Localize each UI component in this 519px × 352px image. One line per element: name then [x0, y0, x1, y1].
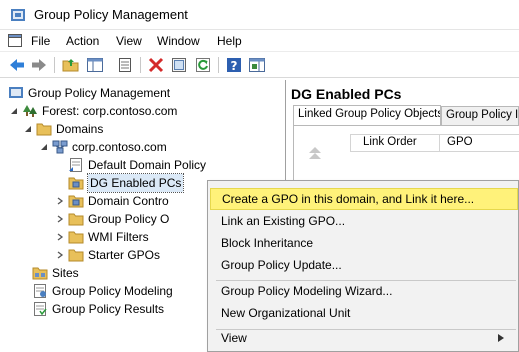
grid-header: Link Order GPO — [350, 134, 519, 152]
column-gpo[interactable]: GPO — [447, 136, 473, 148]
context-menu: Create a GPO in this domain, and Link it… — [207, 180, 519, 352]
tree-item-gp-modeling[interactable]: Group Policy Modeling — [30, 282, 200, 300]
menu-item-new-ou[interactable]: New Organizational Unit — [210, 302, 518, 324]
tree-item-domains[interactable]: Domains — [34, 120, 234, 138]
collapse-arrow-icon[interactable] — [10, 107, 18, 115]
forward-icon[interactable] — [30, 56, 48, 74]
column-divider[interactable] — [439, 135, 440, 151]
tree-label: Default Domain Policy — [88, 158, 207, 172]
menu-item-label: View — [221, 331, 247, 345]
collapse-arrow-icon[interactable] — [24, 125, 32, 133]
show-hide-tree-icon[interactable] — [86, 56, 104, 74]
folder-icon — [68, 249, 84, 262]
menu-item-view[interactable]: View — [210, 327, 518, 349]
organizational-unit-icon — [68, 195, 84, 208]
title-bar: Group Policy Management — [0, 0, 519, 30]
group-policy-management-icon — [9, 87, 23, 98]
folder-icon — [68, 213, 84, 226]
menu-window[interactable]: Window — [157, 34, 200, 48]
tree-item-root[interactable]: Group Policy Management — [6, 84, 206, 102]
tab-linked-gpos[interactable]: Linked Group Policy Objects — [293, 105, 441, 126]
show-action-pane-icon[interactable] — [248, 56, 266, 74]
expand-arrow-icon[interactable] — [56, 233, 64, 241]
svg-text:?: ? — [231, 59, 238, 73]
modeling-icon — [34, 284, 46, 298]
tree-label: Forest: corp.contoso.com — [42, 104, 178, 118]
menu-item-block-inheritance[interactable]: Block Inheritance — [210, 232, 518, 254]
organizational-unit-icon — [68, 177, 84, 190]
forest-icon — [23, 105, 37, 117]
expand-arrow-icon[interactable] — [56, 251, 64, 259]
menu-item-create-gpo[interactable]: Create a GPO in this domain, and Link it… — [210, 188, 518, 210]
expand-arrow-icon[interactable] — [56, 197, 64, 205]
results-icon — [34, 302, 47, 316]
folder-icon — [36, 123, 52, 136]
menu-action[interactable]: Action — [66, 34, 99, 48]
folder-icon — [68, 231, 84, 244]
tree-label: WMI Filters — [88, 230, 149, 244]
window-title: Group Policy Management — [34, 7, 188, 22]
expand-arrow-icon[interactable] — [56, 215, 64, 223]
tree-item-forest[interactable]: Forest: corp.contoso.com — [20, 102, 220, 120]
tree-label: corp.contoso.com — [72, 140, 167, 154]
tab-strip: Linked Group Policy Objects Group Policy… — [293, 105, 519, 126]
details-title: DG Enabled PCs — [291, 86, 402, 102]
menu-help[interactable]: Help — [217, 34, 242, 48]
group-policy-app-icon — [11, 9, 25, 21]
tree-item-starter-gpos[interactable]: Starter GPOs — [66, 246, 206, 264]
tree-item-gp-results[interactable]: Group Policy Results — [30, 300, 230, 318]
tab-label: Group Policy Inh — [446, 109, 519, 121]
tree-item-group-policy-objects[interactable]: Group Policy O — [66, 210, 206, 228]
toolbar-separator — [54, 57, 55, 73]
export-list-icon[interactable] — [170, 56, 188, 74]
collapse-arrow-icon[interactable] — [40, 143, 48, 151]
menu-bar: File Action View Window Help — [0, 30, 519, 52]
move-up-icon[interactable] — [308, 144, 322, 164]
tree-item-domain[interactable]: corp.contoso.com — [50, 138, 270, 156]
menu-item-modeling-wizard[interactable]: Group Policy Modeling Wizard... — [210, 280, 518, 302]
toolbar-separator — [218, 57, 219, 73]
tree-label: Group Policy Modeling — [52, 284, 173, 298]
back-icon[interactable] — [8, 56, 26, 74]
tree-item-domain-controllers[interactable]: Domain Contro — [66, 192, 206, 210]
tree-item-sites[interactable]: Sites — [30, 264, 180, 282]
delete-icon[interactable] — [147, 56, 165, 74]
menu-item-gp-update[interactable]: Group Policy Update... — [210, 254, 518, 276]
menu-item-link-existing-gpo[interactable]: Link an Existing GPO... — [210, 210, 518, 232]
domain-icon — [52, 140, 68, 154]
tree-item-default-domain-policy[interactable]: Default Domain Policy — [66, 156, 276, 174]
system-menu-icon[interactable] — [8, 34, 22, 47]
submenu-arrow-icon — [498, 334, 504, 342]
help-icon[interactable]: ? — [225, 56, 243, 74]
tree-label: Domain Contro — [88, 194, 169, 208]
refresh-icon[interactable] — [194, 56, 212, 74]
tree-label: Group Policy Management — [28, 86, 171, 100]
toolbar: ? — [0, 52, 519, 78]
tree-label: Group Policy Results — [52, 302, 165, 316]
tree-label: DG Enabled PCs — [86, 173, 185, 193]
properties-sheet-icon[interactable] — [116, 56, 134, 74]
column-link-order[interactable]: Link Order — [363, 136, 417, 148]
sites-icon — [32, 267, 48, 280]
menu-view[interactable]: View — [116, 34, 142, 48]
tree-label: Starter GPOs — [88, 248, 161, 262]
tree-label: Sites — [52, 266, 79, 280]
up-folder-icon[interactable] — [62, 56, 80, 74]
tab-gp-inheritance[interactable]: Group Policy Inh — [441, 106, 519, 126]
tree-item-wmi-filters[interactable]: WMI Filters — [66, 228, 206, 246]
tree-label: Domains — [56, 122, 104, 136]
toolbar-separator — [140, 57, 141, 73]
menu-file[interactable]: File — [31, 34, 50, 48]
tree-label: Group Policy O — [88, 212, 170, 226]
tab-label: Linked Group Policy Objects — [298, 108, 441, 120]
gpo-link-icon — [69, 158, 82, 172]
